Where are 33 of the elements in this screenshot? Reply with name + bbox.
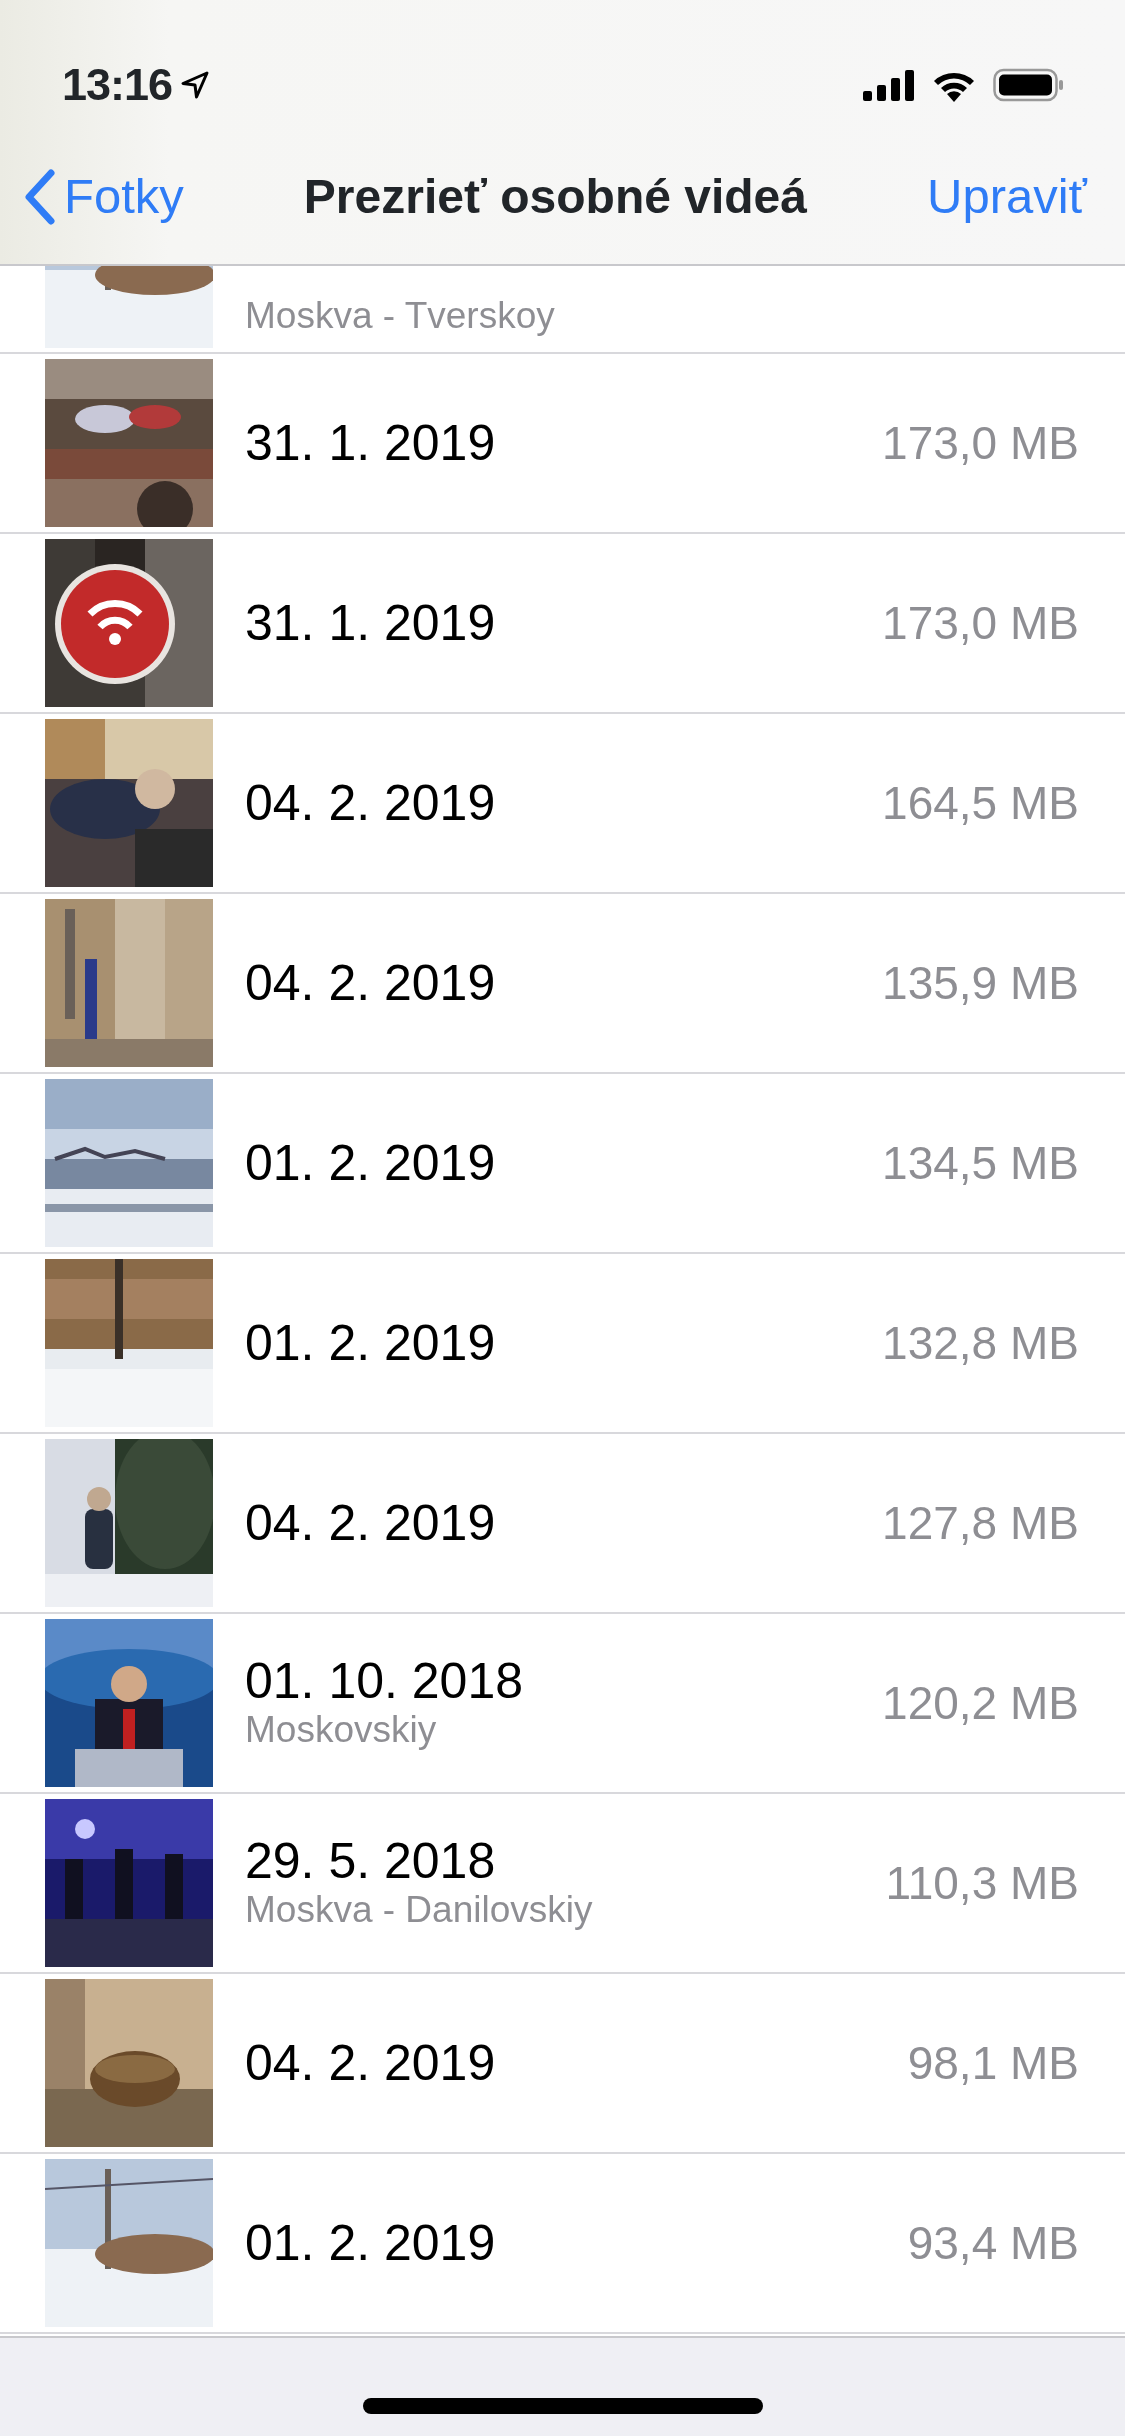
video-date: 04. 2. 2019 — [245, 2035, 496, 2091]
video-location: Moskva - Tverskoy — [245, 295, 555, 338]
video-date: 31. 1. 2019 — [245, 595, 496, 651]
chevron-left-icon — [24, 169, 56, 225]
status-time: 13:16 — [62, 58, 173, 113]
video-date: 04. 2. 2019 — [245, 1495, 496, 1551]
video-date: 04. 2. 2019 — [245, 955, 496, 1011]
signal-icon — [863, 69, 915, 101]
back-button[interactable]: Fotky — [24, 160, 184, 234]
video-date: 04. 2. 2019 — [245, 775, 496, 831]
video-location: Moskovskiy — [245, 1709, 438, 1752]
video-size: 127,8 MB — [882, 1495, 1079, 1551]
video-size: 134,5 MB — [882, 1135, 1079, 1191]
video-size: 98,1 MB — [907, 2035, 1079, 2091]
video-size: 120,2 MB — [882, 1675, 1079, 1731]
video-date: 29. 5. 2018 — [245, 1834, 497, 1890]
video-date: 31. 1. 2019 — [245, 415, 496, 471]
video-size: 164,5 MB — [882, 775, 1079, 831]
battery-icon — [993, 68, 1065, 102]
video-date: 01. 2. 2019 — [245, 1315, 496, 1371]
video-size: 93,4 MB — [907, 2215, 1079, 2271]
video-date: 01. 2. 2019 — [245, 2215, 496, 2271]
video-date: 01. 2. 2019 — [245, 1135, 496, 1191]
edit-button[interactable]: Upraviť — [927, 160, 1087, 234]
location-arrow-icon — [180, 70, 211, 100]
video-location: Moskva - Danilovskiy — [245, 1889, 593, 1932]
video-size: 132,8 MB — [882, 1315, 1079, 1371]
video-size: 173,0 MB — [882, 595, 1079, 651]
screen-title: Prezrieť osobné videá — [303, 169, 807, 225]
video-date: 01. 10. 2018 — [245, 1654, 524, 1710]
video-size: 135,9 MB — [882, 955, 1079, 1011]
video-size: 173,0 MB — [882, 415, 1079, 471]
video-size: 110,3 MB — [885, 1855, 1079, 1911]
